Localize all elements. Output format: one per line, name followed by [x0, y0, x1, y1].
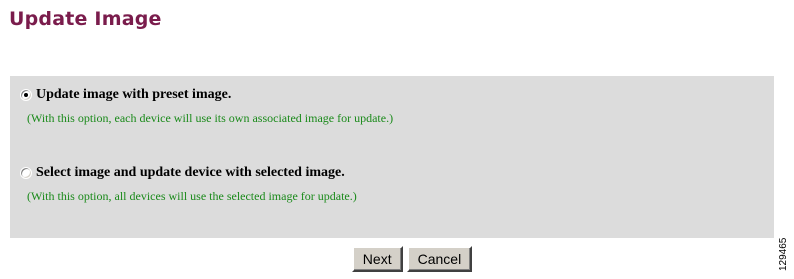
option-preset-image-row: Update image with preset image.	[20, 86, 760, 104]
preset-image-label[interactable]: Update image with preset image.	[36, 87, 231, 103]
option-selected-image-row: Select image and update device with sele…	[20, 164, 760, 182]
next-button[interactable]: Next	[351, 246, 403, 272]
option-selected-image: Select image and update device with sele…	[20, 164, 760, 204]
selected-image-description: (With this option, all devices will use …	[27, 189, 357, 203]
figure-id: 129465	[778, 237, 789, 271]
preset-image-description: (With this option, each device will use …	[27, 111, 394, 125]
selected-image-label[interactable]: Select image and update device with sele…	[36, 165, 345, 181]
options-panel: Update image with preset image. (With th…	[10, 76, 774, 238]
cancel-button[interactable]: Cancel	[406, 246, 473, 272]
page-title: Update Image	[9, 8, 162, 30]
button-row: Next Cancel	[0, 246, 794, 272]
selected-image-radio[interactable]	[20, 167, 32, 179]
option-preset-image: Update image with preset image. (With th…	[20, 86, 760, 126]
preset-image-radio[interactable]	[20, 89, 32, 101]
